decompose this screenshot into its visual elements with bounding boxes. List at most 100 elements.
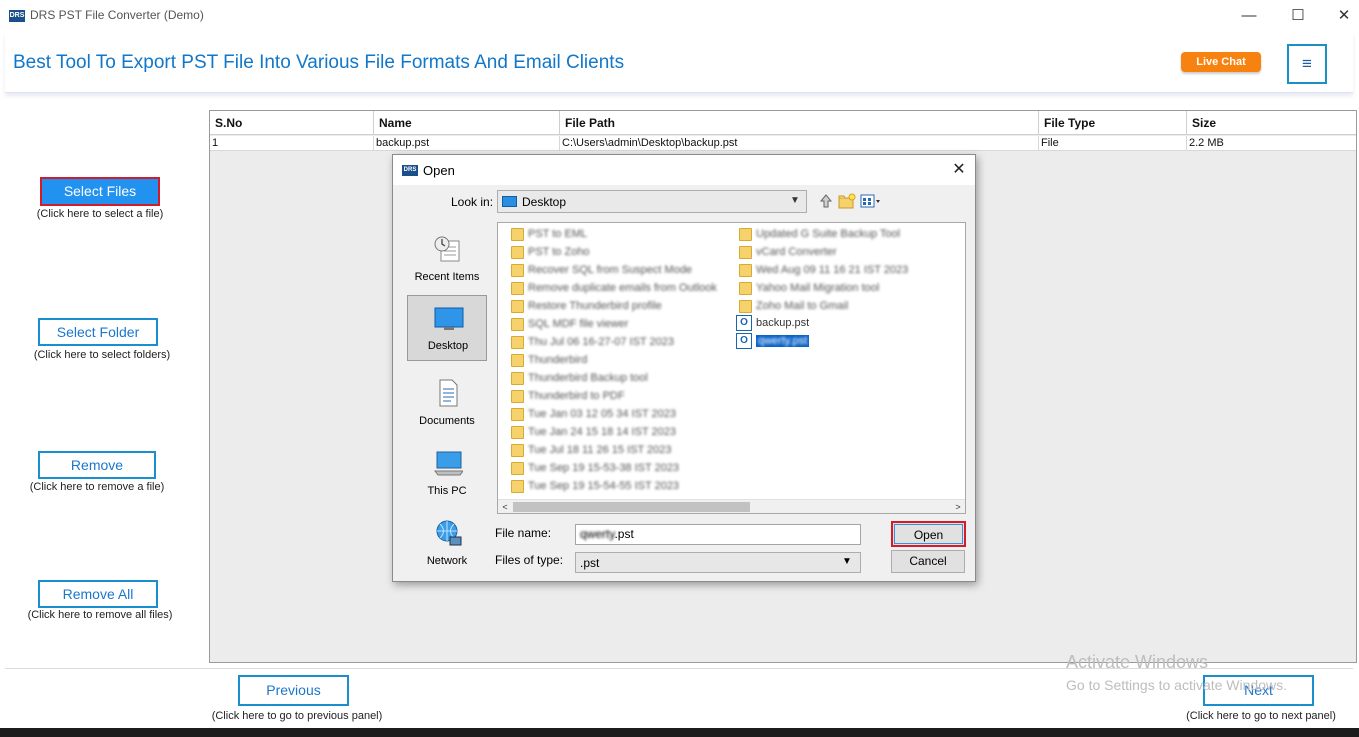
chevron-down-icon: ▼ — [790, 195, 800, 206]
network-icon — [433, 519, 463, 547]
taskbar — [0, 728, 1359, 737]
folder-item[interactable]: Updated G Suite Backup Tool — [739, 226, 959, 244]
minimize-button[interactable]: — — [1227, 4, 1271, 28]
page-title: Best Tool To Export PST File Into Variou… — [13, 52, 625, 73]
desktop-icon — [434, 304, 464, 332]
open-dialog: DRS Open ✕ Look in: Desktop ▼ Recent Ite… — [392, 154, 976, 582]
folder-item[interactable]: Tue Jan 03 12 05 34 IST 2023 — [511, 406, 739, 424]
place-network[interactable]: Network — [407, 511, 487, 577]
cell-name: backup.pst — [374, 136, 560, 151]
next-hint: (Click here to go to next panel) — [1186, 710, 1336, 722]
open-button[interactable]: Open — [891, 521, 966, 547]
pst-file-item-selected[interactable]: Oqwerty.pst — [736, 333, 956, 351]
remove-hint: (Click here to remove a file) — [29, 481, 165, 493]
cell-size: 2.2 MB — [1189, 137, 1224, 149]
activate-windows-watermark: Activate Windows — [1066, 652, 1209, 672]
files-of-type-select[interactable]: .pst ▼ — [575, 552, 861, 573]
folder-icon — [511, 336, 524, 349]
folder-item[interactable]: Tue Jan 24 15 18 14 IST 2023 — [511, 424, 739, 442]
maximize-button[interactable]: ☐ — [1276, 4, 1320, 28]
outlook-file-icon: O — [736, 333, 752, 349]
documents-icon — [433, 379, 463, 407]
folder-item[interactable]: Restore Thunderbird profile — [511, 298, 739, 316]
dialog-close-button[interactable]: ✕ — [947, 159, 971, 181]
file-list[interactable]: PST to EML PST to Zoho Recover SQL from … — [497, 222, 966, 514]
folder-item[interactable]: PST to Zoho — [511, 244, 739, 262]
view-menu-icon[interactable] — [860, 193, 882, 209]
file-name-label: File name: — [495, 526, 552, 540]
folder-item[interactable]: Wed Aug 09 11 16 21 IST 2023 — [739, 262, 959, 280]
scroll-right-icon[interactable]: > — [951, 500, 965, 514]
up-folder-icon[interactable] — [817, 193, 835, 209]
scrollbar-thumb[interactable] — [513, 502, 750, 512]
file-name-input[interactable]: qwerty.pst — [575, 524, 861, 545]
remove-all-hint: (Click here to remove all files) — [27, 609, 173, 621]
column-header-sno[interactable]: S.No — [210, 111, 374, 135]
window-title-bar: DRS DRS PST File Converter (Demo) — ☐ ✕ — [0, 0, 1359, 32]
places-bar: Recent Items Desktop Documents This PC N… — [407, 223, 487, 575]
activate-windows-subtext: Go to Settings to activate Windows. — [1066, 677, 1287, 693]
hamburger-icon: ≡ — [1302, 54, 1312, 73]
table-header: S.No Name File Path File Type Size — [210, 111, 1356, 135]
place-label: Desktop — [427, 340, 469, 352]
scroll-left-icon[interactable]: < — [498, 500, 512, 514]
folder-item[interactable]: vCard Converter — [739, 244, 959, 262]
folder-item[interactable]: Recover SQL from Suspect Mode — [511, 262, 739, 280]
desktop-icon — [502, 196, 517, 207]
folder-item[interactable]: Zoho Mail to Gmail — [739, 298, 959, 316]
remove-button[interactable]: Remove — [38, 451, 156, 479]
previous-button[interactable]: Previous — [238, 675, 349, 706]
chevron-down-icon: ▼ — [842, 556, 852, 567]
folder-item[interactable]: SQL MDF file viewer — [511, 316, 739, 334]
pst-file-item[interactable]: Obackup.pst — [736, 315, 956, 333]
folder-icon — [511, 354, 524, 367]
folder-icon — [511, 282, 524, 295]
column-header-file-path[interactable]: File Path — [560, 111, 1039, 135]
column-header-file-type[interactable]: File Type — [1039, 111, 1187, 135]
column-header-size[interactable]: Size — [1187, 111, 1356, 135]
select-folder-hint: (Click here to select folders) — [33, 349, 171, 361]
folder-item[interactable]: Tue Sep 19 15-53-38 IST 2023 — [511, 460, 739, 478]
table-row[interactable]: 1 backup.pst C:\Users\admin\Desktop\back… — [210, 136, 1356, 151]
files-of-type-label: Files of type: — [495, 553, 564, 567]
cancel-button[interactable]: Cancel — [891, 550, 965, 573]
folder-item[interactable]: Yahoo Mail Migration tool — [739, 280, 959, 298]
previous-hint: (Click here to go to previous panel) — [211, 710, 383, 722]
place-recent-items[interactable]: Recent Items — [407, 227, 487, 293]
select-folder-button[interactable]: Select Folder — [38, 318, 158, 346]
folder-item[interactable]: Thunderbird to PDF — [511, 388, 739, 406]
folder-item[interactable]: Tue Sep 19 15-54-55 IST 2023 — [511, 478, 739, 496]
folder-icon — [739, 300, 752, 313]
look-in-label: Look in: — [451, 195, 494, 209]
folder-item[interactable]: Thu Jul 06 16-27-07 IST 2023 — [511, 334, 739, 352]
remove-all-button[interactable]: Remove All — [38, 580, 158, 608]
place-label: This PC — [427, 485, 467, 497]
folder-item[interactable]: Thunderbird Backup tool — [511, 370, 739, 388]
horizontal-scrollbar[interactable]: < > — [498, 499, 965, 513]
look-in-select[interactable]: Desktop ▼ — [497, 190, 807, 213]
place-desktop[interactable]: Desktop — [407, 295, 487, 361]
computer-icon — [433, 449, 464, 477]
place-label: Documents — [419, 415, 475, 427]
new-folder-icon[interactable] — [838, 193, 856, 209]
folder-item[interactable]: Thunderbird — [511, 352, 739, 370]
dialog-app-icon: DRS — [402, 165, 418, 176]
place-documents[interactable]: Documents — [407, 371, 487, 437]
header-banner: Best Tool To Export PST File Into Variou… — [5, 33, 1353, 93]
folder-item[interactable]: Tue Jul 18 11 26 15 IST 2023 — [511, 442, 739, 460]
look-in-value: Desktop — [522, 195, 567, 209]
folder-icon — [511, 318, 524, 331]
column-header-name[interactable]: Name — [374, 111, 560, 135]
outlook-file-icon: O — [736, 315, 752, 331]
place-label: Network — [426, 555, 468, 567]
folder-item[interactable]: Remove duplicate emails from Outlook — [511, 280, 739, 298]
place-this-pc[interactable]: This PC — [407, 441, 487, 507]
folder-icon — [511, 390, 524, 403]
select-files-button[interactable]: Select Files — [40, 177, 160, 206]
live-chat-button[interactable]: Live Chat — [1181, 52, 1261, 72]
menu-button[interactable]: ≡ — [1287, 44, 1327, 84]
folder-item[interactable]: PST to EML — [511, 226, 739, 244]
folder-icon — [511, 408, 524, 421]
folder-icon — [511, 462, 524, 475]
close-button[interactable]: ✕ — [1322, 4, 1359, 28]
